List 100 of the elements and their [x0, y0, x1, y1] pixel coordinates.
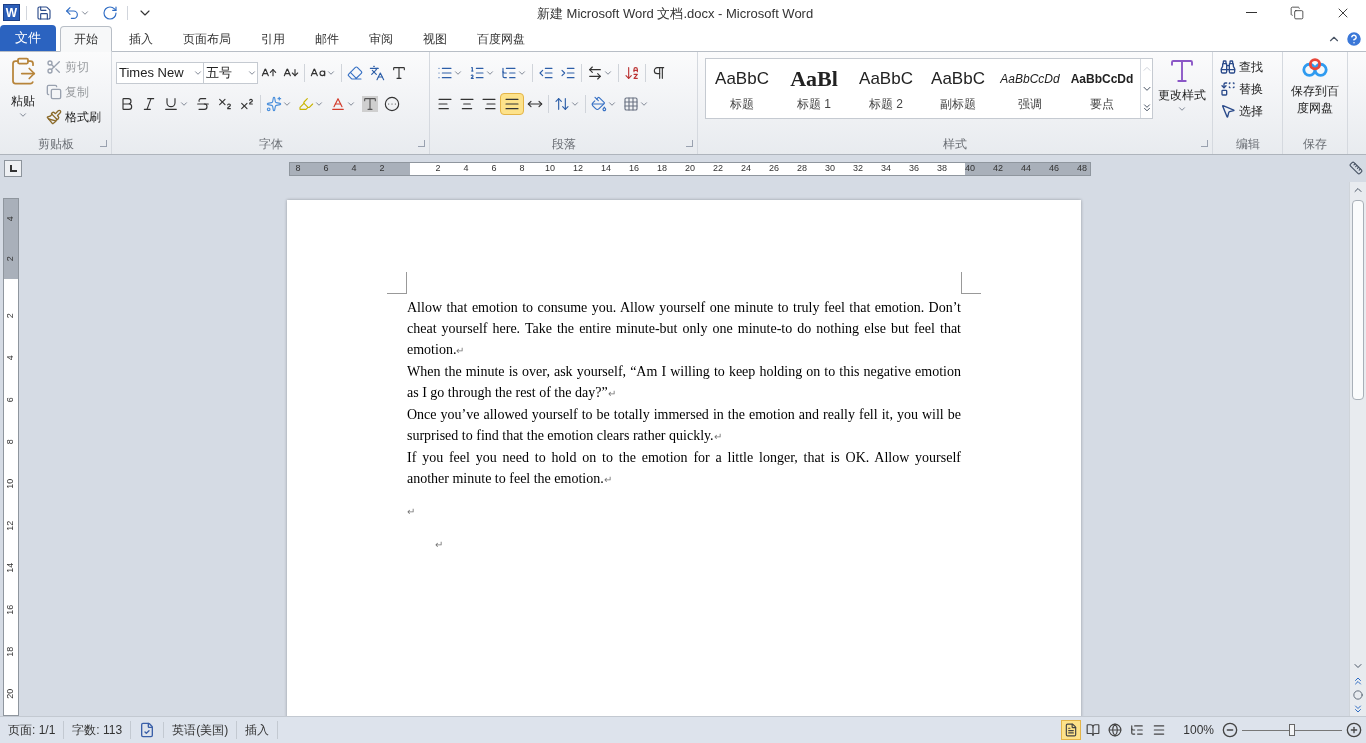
ruler-number: 2: [4, 313, 17, 319]
ruler-number: 4: [462, 164, 470, 173]
ruler-number: 26: [768, 164, 780, 173]
decrease-indent-icon: [538, 65, 554, 81]
ribbon-tab[interactable]: 邮件: [302, 26, 352, 52]
ruler-number: 12: [4, 521, 17, 531]
ruler-number: 4: [4, 216, 17, 222]
view-button[interactable]: [1061, 720, 1082, 740]
ruler-number: 32: [852, 164, 864, 173]
ruler-number: 10: [4, 479, 17, 489]
ribbon-tab[interactable]: 审阅: [356, 26, 406, 52]
font-size-field[interactable]: 五号: [204, 62, 258, 84]
ribbon-tab[interactable]: 开始: [60, 26, 112, 52]
web-view-icon: [1108, 723, 1123, 737]
caret-icon: [517, 68, 527, 78]
caret-icon: [607, 99, 617, 109]
save-to-cloud-button[interactable]: 保存到百度网盘: [1287, 56, 1343, 134]
style-item[interactable]: AaBbC 标题: [706, 59, 778, 118]
caret-icon: [326, 68, 336, 78]
font-color-icon: [330, 96, 346, 112]
style-item[interactable]: AaBl 标题 1: [778, 59, 850, 118]
zoom-out-icon[interactable]: [1222, 722, 1238, 738]
paragraph: Allow that emotion to consume you. Allow yourself one minute to truly feel that emotion. Don’t cheat yourself here. Take the entire minute-but only one minute-to do nothing else but feel that emotion.↵: [407, 299, 961, 359]
ruler-number: 10: [544, 164, 556, 173]
paragraph: Once you’ve allowed yourself to be totally immersed in the emotion and really fell it, you will be surprised to find that the emotion clears rather quickly.↵: [407, 406, 961, 445]
crop-mark: [387, 272, 407, 294]
character-shading-button[interactable]: [359, 93, 381, 115]
minimize-icon: [1245, 12, 1257, 13]
style-item[interactable]: AaBbCcDd 强调: [994, 59, 1066, 118]
save-icon: [36, 4, 52, 21]
insert-mode[interactable]: 插入: [237, 721, 279, 739]
character-shading-icon: [362, 96, 378, 112]
ruler-number: 6: [322, 164, 330, 173]
ruler-number: 6: [490, 164, 498, 173]
painter-icon: [46, 109, 62, 125]
scroll-thumb[interactable]: [1352, 200, 1364, 400]
shading-icon: [591, 96, 607, 112]
zoom-slider[interactable]: [1242, 724, 1342, 736]
tab-stop-icon: [9, 165, 17, 172]
file-tab[interactable]: 文件: [0, 25, 56, 51]
italic-icon: [141, 96, 157, 112]
language[interactable]: 英语(美国): [164, 721, 238, 739]
ruler-number: 38: [936, 164, 948, 173]
editing-button[interactable]: 替换: [1220, 78, 1263, 99]
ruler-number: 2: [378, 164, 386, 173]
font-name-field[interactable]: Times New: [116, 62, 204, 84]
ruler-number: 16: [4, 605, 17, 615]
help-icon[interactable]: [1345, 30, 1363, 48]
editing-button[interactable]: 选择: [1220, 100, 1263, 121]
select-icon: [1220, 102, 1236, 119]
page-count[interactable]: 页面: 1/1: [0, 721, 65, 739]
text-effects-icon: [266, 96, 282, 112]
browse-object-icon[interactable]: [1353, 688, 1363, 702]
ruler-number: 44: [1020, 164, 1032, 173]
caret-icon: [603, 68, 613, 78]
crop-mark: [961, 272, 981, 294]
ribbon-tab[interactable]: 视图: [410, 26, 460, 52]
align-justify-button[interactable]: [500, 93, 524, 115]
paste-button[interactable]: 粘贴: [4, 56, 42, 134]
zoom-in-icon[interactable]: [1346, 722, 1362, 738]
change-styles-button[interactable]: 更改样式: [1157, 56, 1207, 134]
undo-icon: [64, 4, 80, 21]
ruler-number: 8: [4, 439, 17, 445]
borders-icon: [623, 96, 639, 112]
ruler-number: 14: [4, 563, 17, 573]
caret-icon: [247, 68, 257, 78]
ruler-number: 30: [824, 164, 836, 173]
ribbon-tab[interactable]: 插入: [116, 26, 166, 52]
ribbon-tab[interactable]: 百度网盘: [464, 26, 538, 52]
caret-icon: [193, 68, 203, 78]
cloud-logo-icon: [1301, 56, 1329, 80]
word-count[interactable]: 字数: 113: [64, 721, 132, 739]
style-item[interactable]: AaBbC 标题 2: [850, 59, 922, 118]
tab-selector[interactable]: [4, 160, 22, 177]
view-ruler-icon[interactable]: [1349, 161, 1363, 175]
ribbon-tab[interactable]: 页面布局: [170, 26, 244, 52]
paragraph-mark: ↵: [435, 539, 443, 550]
ruler-number: 18: [4, 647, 17, 657]
ribbon-tab[interactable]: 引用: [248, 26, 298, 52]
group-label: 编辑: [1235, 136, 1260, 153]
line-spacing-icon: [554, 96, 570, 112]
ruler-number: 48: [1076, 164, 1088, 173]
align-left-icon: [437, 96, 453, 112]
align-right-icon: [481, 96, 497, 112]
group-label: 字体: [258, 136, 283, 153]
app-logo: W: [3, 4, 20, 21]
zoom-level[interactable]: 100%: [1183, 721, 1214, 739]
proofing-icon[interactable]: [139, 722, 156, 738]
style-item[interactable]: AaBbC 副标题: [922, 59, 994, 118]
editing-button[interactable]: 查找: [1220, 56, 1263, 77]
ruler-number: 22: [712, 164, 724, 173]
subscript-icon: [217, 96, 233, 112]
ruler-number: 36: [908, 164, 920, 173]
group-label: 保存: [1303, 136, 1327, 153]
caret-icon: [485, 68, 495, 78]
caret-icon: [314, 99, 324, 109]
caret-icon: [179, 99, 189, 109]
style-item[interactable]: AaBbCcDd 要点: [1066, 59, 1138, 118]
highlight-icon: [298, 96, 314, 112]
clipboard-button[interactable]: 格式刷: [46, 106, 101, 128]
